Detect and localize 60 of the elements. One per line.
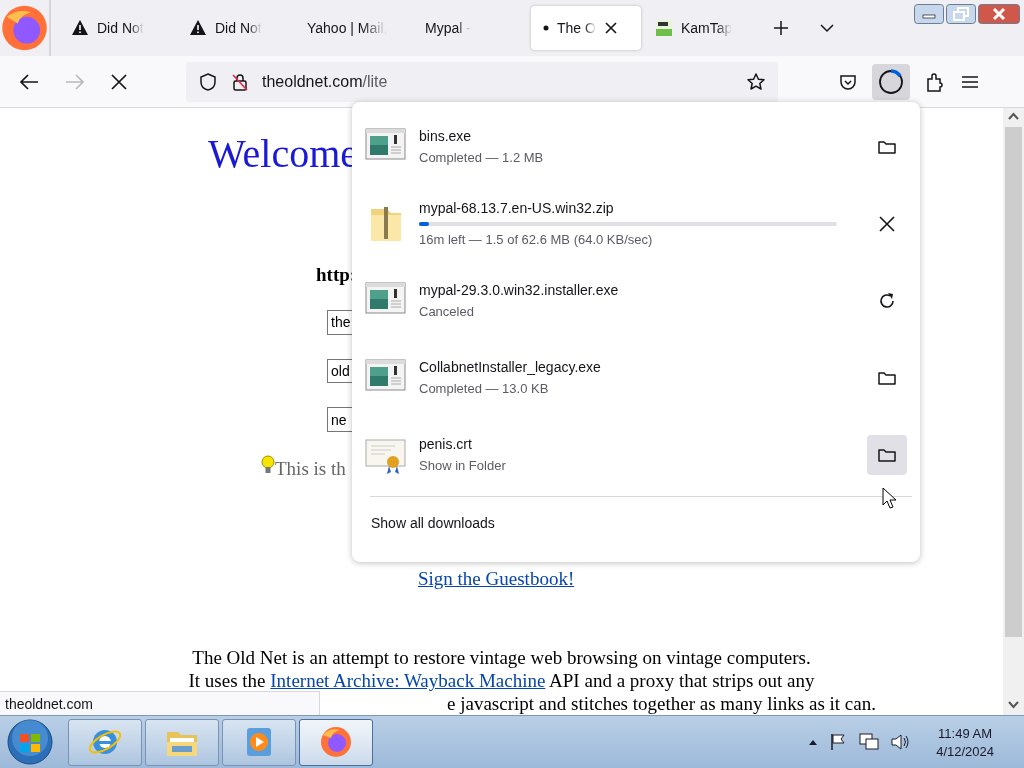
- file-name: mypal-68.13.7.en-US.win32.zip: [419, 200, 615, 216]
- warning-icon: [71, 19, 89, 37]
- download-status: Completed — 13.0 KB: [419, 381, 550, 396]
- lock-icon[interactable]: [230, 71, 250, 92]
- restore-icon[interactable]: [946, 4, 976, 24]
- wayback-link[interactable]: Internet Archive: Wayback Machine: [270, 670, 546, 691]
- browser-tab[interactable]: Did Not: [177, 6, 293, 50]
- scrollbar[interactable]: [1003, 108, 1024, 715]
- extensions-icon[interactable]: [924, 70, 946, 93]
- close-icon[interactable]: [603, 21, 618, 35]
- download-item[interactable]: mypal-29.3.0.win32.installer.exe Canceled: [352, 262, 920, 339]
- guestbook-link[interactable]: Sign the Guestbook!: [418, 568, 575, 590]
- star-icon[interactable]: [746, 71, 766, 92]
- file-name: CollabnetInstaller_legacy.exe: [419, 359, 602, 375]
- minimize-icon[interactable]: [914, 4, 944, 24]
- download-item[interactable]: penis.crt Show in Folder: [352, 416, 920, 493]
- taskbar-app[interactable]: [299, 718, 373, 766]
- browser-tab[interactable]: KamTap: [643, 6, 759, 50]
- shield-icon[interactable]: [198, 71, 218, 92]
- file-name: mypal-29.3.0.win32.installer.exe: [419, 282, 620, 298]
- close-window-icon[interactable]: [978, 4, 1020, 24]
- status-url: theoldnet.com: [0, 691, 320, 715]
- download-status: 16m left — 1.5 of 62.6 MB (64.0 KB/sec): [419, 232, 654, 247]
- address-bar[interactable]: theoldnet.com/lite: [186, 61, 778, 102]
- taskbar-app[interactable]: [68, 718, 142, 766]
- browser-tab[interactable]: Did Not: [59, 6, 175, 50]
- firefox-icon: [318, 724, 354, 760]
- firefox-icon[interactable]: [0, 0, 50, 56]
- browser-tab[interactable]: The O: [531, 6, 641, 50]
- paragraph-line: The Old Net is an attempt to restore vintage web browsing on vintage computers.: [192, 646, 811, 669]
- clock-date: 4/12/2024: [936, 743, 994, 759]
- downloads-progress-icon[interactable]: [872, 63, 910, 100]
- stop-icon[interactable]: [110, 72, 128, 91]
- mouse-pointer-icon: [882, 487, 898, 511]
- new-tab-icon[interactable]: [773, 20, 789, 36]
- folder-button[interactable]: [867, 434, 907, 475]
- start-button-icon[interactable]: [6, 718, 54, 766]
- show-all-downloads-link[interactable]: Show all downloads: [371, 515, 920, 531]
- download-status: Completed — 1.2 MB: [419, 150, 545, 165]
- show-hidden-icons-icon[interactable]: [808, 738, 819, 746]
- download-status: Show in Folder: [419, 458, 507, 473]
- download-status: Canceled: [419, 304, 475, 319]
- file-name: penis.crt: [419, 436, 473, 452]
- download-item[interactable]: mypal-68.13.7.en-US.win32.zip 16m left — 1.5 of 62.6 MB (64.0 KB/sec): [352, 185, 920, 262]
- network-icon[interactable]: [858, 732, 881, 752]
- browser-tab[interactable]: Mypal -: [413, 6, 529, 50]
- clock-time: 11:49 AM: [938, 725, 993, 741]
- download-item[interactable]: CollabnetInstaller_legacy.exe Completed — 13.0 KB: [352, 339, 920, 416]
- warning-icon: [189, 19, 207, 37]
- tip-text: This is th: [275, 458, 346, 480]
- taskbar-app[interactable]: [145, 718, 219, 766]
- paragraph-line: e javascript and stitches together as many links as it can.: [446, 692, 876, 715]
- browser-tab[interactable]: Yahoo | Mail,: [295, 6, 411, 50]
- retry-icon: [877, 290, 897, 311]
- paragraph-line: It uses the Internet Archive: Wayback Machine API and a proxy that strips out any: [188, 669, 815, 692]
- url-text: theoldnet.com/lite: [262, 72, 388, 91]
- site-favicon-icon: [655, 19, 673, 37]
- file-name: bins.exe: [419, 128, 473, 144]
- loading-dot-icon: [543, 25, 549, 31]
- cancel-icon: [877, 213, 897, 234]
